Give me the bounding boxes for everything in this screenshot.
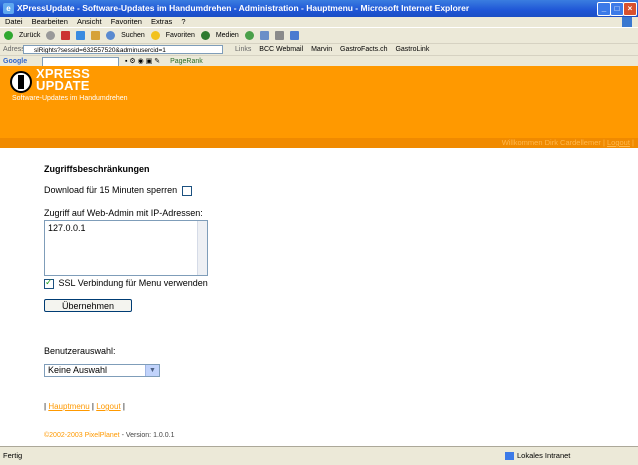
- logo-subtitle: Software-Updates im Handumdrehen: [12, 95, 128, 102]
- link-gastrolink[interactable]: GastroLink: [395, 46, 429, 53]
- print-icon[interactable]: [274, 30, 284, 40]
- link-marvin[interactable]: Marvin: [311, 46, 332, 53]
- welcome-text: Willkommen Dirk Cardellemer: [501, 138, 601, 147]
- menu-ansicht[interactable]: Ansicht: [77, 17, 102, 26]
- address-input[interactable]: slRights?sessid=632557520&adminusercid=1: [23, 45, 223, 54]
- ie-logo-icon: e: [3, 3, 14, 14]
- refresh-icon[interactable]: [76, 30, 86, 40]
- textarea-scrollbar[interactable]: [197, 221, 207, 275]
- intranet-zone-icon: [505, 452, 514, 461]
- download-lock-label: Download für 15 Minuten sperren: [44, 185, 178, 195]
- menu-bearbeiten[interactable]: Bearbeiten: [32, 17, 68, 26]
- forward-arrow-icon[interactable]: [46, 30, 56, 40]
- download-lock-checkbox[interactable]: [181, 185, 192, 196]
- logout-link-top[interactable]: Logout: [607, 138, 630, 147]
- main-content: Zugriffsbeschränkungen Download für 15 M…: [0, 148, 638, 446]
- links-label: Links: [235, 46, 252, 53]
- site-banner: XPRESS UPDATE Software-Updates im Handum…: [0, 66, 638, 138]
- windows-logo-icon: [622, 17, 632, 27]
- maximize-button[interactable]: □: [610, 2, 624, 16]
- copyright-link[interactable]: ©2002-2003 PixelPlanet: [44, 432, 120, 439]
- history-icon[interactable]: [244, 30, 254, 40]
- media-icon[interactable]: [200, 30, 210, 40]
- back-arrow-icon[interactable]: [4, 30, 13, 40]
- link-gastrofacts[interactable]: GastroFacts.ch: [340, 46, 387, 53]
- standard-toolbar: Zurück Suchen Favoriten Medien: [0, 27, 638, 43]
- footer-links: | Hauptmenu | Logout |: [44, 402, 125, 411]
- user-select[interactable]: Keine Auswahl ▼: [44, 364, 160, 377]
- ip-label: Zugriff auf Web-Admin mit IP-Adressen:: [44, 208, 203, 218]
- version-text: - Version: 1.0.0.1: [121, 432, 175, 439]
- google-search-icon[interactable]: ▪ ⚙ ◉ ▣ ✎: [125, 58, 160, 65]
- home-icon[interactable]: [91, 30, 101, 40]
- xpress-logo-icon: [10, 71, 32, 93]
- status-text: Fertig: [3, 451, 23, 460]
- user-select-value: Keine Auswahl: [48, 365, 108, 375]
- stop-icon[interactable]: [61, 30, 71, 40]
- mail-icon[interactable]: [259, 30, 269, 40]
- menu-datei[interactable]: Datei: [5, 17, 23, 26]
- menu-help[interactable]: ?: [181, 17, 185, 26]
- media-button[interactable]: Medien: [216, 32, 239, 39]
- menu-extras[interactable]: Extras: [151, 17, 172, 26]
- ip-addresses-value: 127.0.0.1: [48, 223, 86, 233]
- security-zone: Lokales Intranet: [505, 447, 570, 465]
- submit-button[interactable]: Übernehmen: [44, 299, 132, 312]
- user-select-label: Benutzerauswahl:: [44, 346, 116, 356]
- search-button[interactable]: Suchen: [121, 32, 145, 39]
- back-button[interactable]: Zurück: [19, 32, 40, 39]
- address-bar: Adresse slRights?sessid=632557520&adminu…: [0, 43, 638, 55]
- favorites-star-icon[interactable]: [150, 30, 160, 40]
- minimize-button[interactable]: _: [597, 2, 611, 16]
- favorites-button[interactable]: Favoriten: [166, 32, 195, 39]
- link-bcc-webmail[interactable]: BCC Webmail: [259, 46, 303, 53]
- ip-addresses-textarea[interactable]: 127.0.0.1: [44, 220, 208, 276]
- copyright: ©2002-2003 PixelPlanet - Version: 1.0.0.…: [44, 432, 174, 439]
- window-titlebar: e XPressUpdate - Software-Updates im Han…: [0, 0, 638, 17]
- close-button[interactable]: ×: [623, 2, 637, 16]
- ssl-checkbox[interactable]: [44, 277, 54, 289]
- user-bar: Willkommen Dirk Cardellemer | Logout |: [0, 138, 638, 148]
- ssl-row: SSL Verbindung für Menu verwenden: [44, 277, 208, 289]
- links-bar: Links BCC Webmail Marvin GastroFacts.ch …: [235, 44, 429, 55]
- window-title: XPressUpdate - Software-Updates im Handu…: [17, 3, 470, 13]
- menu-favoriten[interactable]: Favoriten: [111, 17, 142, 26]
- logout-link[interactable]: Logout: [96, 402, 120, 411]
- status-bar: Fertig Lokales Intranet: [0, 446, 638, 465]
- download-lock-row: Download für 15 Minuten sperren: [44, 185, 192, 196]
- menu-bar: Datei Bearbeiten Ansicht Favoriten Extra…: [0, 17, 638, 27]
- search-icon[interactable]: [106, 30, 116, 40]
- pagerank-label: PageRank: [170, 58, 203, 65]
- edit-icon[interactable]: [289, 30, 299, 40]
- ssl-label: SSL Verbindung für Menu verwenden: [58, 278, 208, 288]
- page-title: Zugriffsbeschränkungen: [44, 164, 150, 174]
- logo-wordmark: XPRESS UPDATE: [36, 67, 90, 93]
- chevron-down-icon[interactable]: ▼: [145, 365, 159, 376]
- logo-line2: UPDATE: [36, 78, 90, 93]
- main-menu-link[interactable]: Hauptmenu: [48, 402, 89, 411]
- zone-label: Lokales Intranet: [517, 451, 571, 460]
